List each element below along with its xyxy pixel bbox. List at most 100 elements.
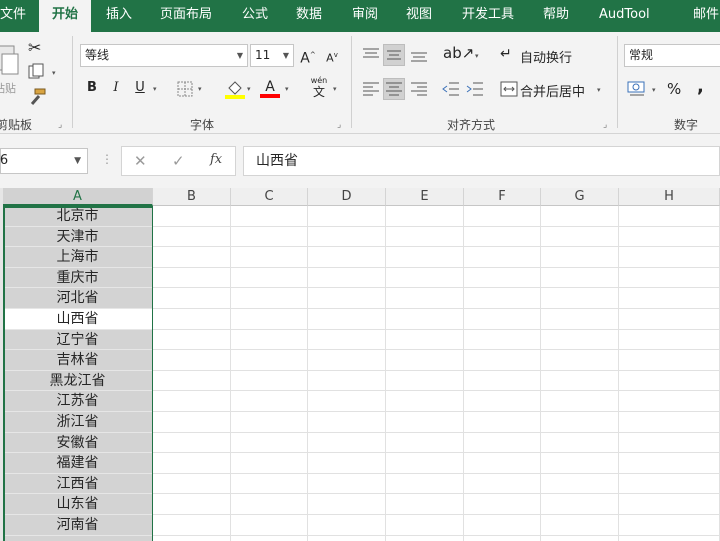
font-name-dropdown[interactable]: 等线 ▼ [80,44,248,67]
cell[interactable] [231,350,308,371]
cell[interactable] [464,494,541,515]
cell[interactable] [308,453,386,474]
cell[interactable] [153,267,231,289]
cell[interactable] [231,267,308,289]
orientation-dropdown-caret[interactable]: ▾ [475,52,479,60]
cell[interactable] [231,515,308,536]
cell[interactable] [231,309,308,330]
cell[interactable] [308,535,386,541]
cell[interactable]: 江苏省 [3,391,152,412]
cell[interactable]: 北京市 [3,206,152,227]
cell[interactable] [308,247,386,268]
cell[interactable] [541,226,619,248]
cell[interactable] [619,473,720,495]
cell[interactable] [308,309,386,330]
cell[interactable] [619,515,720,536]
column-header-a[interactable]: A [3,188,153,206]
cell[interactable] [464,267,541,289]
tab-help[interactable]: 帮助 [543,0,569,32]
cell[interactable] [619,494,720,515]
tab-file[interactable]: 文件 [0,0,30,32]
cell[interactable]: 安徽省 [3,432,152,454]
cell[interactable] [541,391,619,412]
cell[interactable] [386,329,464,351]
cell[interactable] [464,206,541,227]
cell[interactable] [231,288,308,309]
cell[interactable] [308,473,386,495]
cell[interactable] [619,247,720,268]
cell[interactable] [153,226,231,248]
cell[interactable]: 江西省 [3,473,152,495]
cell[interactable] [464,432,541,454]
cell[interactable] [153,515,231,536]
cell[interactable] [231,370,308,392]
cell[interactable] [3,535,152,541]
cell[interactable] [386,535,464,541]
comma-style-button[interactable]: , [697,76,704,97]
cell[interactable] [619,226,720,248]
cell[interactable] [308,370,386,392]
font-dialog-launcher[interactable]: ⌟ [337,120,341,130]
cell[interactable] [308,515,386,536]
cell[interactable]: 黑龙江省 [3,370,152,392]
cell[interactable] [386,432,464,454]
cell[interactable] [386,267,464,289]
cell[interactable] [619,350,720,371]
cell[interactable] [386,391,464,412]
column-header-b[interactable]: B [153,188,231,206]
cell[interactable]: 浙江省 [3,412,152,433]
cell[interactable] [386,370,464,392]
cell[interactable] [464,350,541,371]
font-size-dropdown[interactable]: 11 ▼ [250,44,294,67]
cell[interactable] [153,432,231,454]
cell[interactable] [153,391,231,412]
cell[interactable] [153,247,231,268]
fill-color-icon[interactable] [224,78,246,100]
insert-function-icon[interactable]: fx [210,152,222,167]
cell[interactable] [386,453,464,474]
cell[interactable] [231,391,308,412]
cell[interactable] [464,473,541,495]
cell[interactable]: 辽宁省 [3,329,152,351]
cell[interactable] [231,494,308,515]
enter-icon[interactable]: ✓ [172,152,185,170]
cell[interactable] [541,329,619,351]
column-header-g[interactable]: G [541,188,619,206]
cell[interactable] [308,432,386,454]
cell[interactable]: 福建省 [3,453,152,474]
cell[interactable] [231,453,308,474]
cell[interactable] [153,412,231,433]
cell[interactable] [231,329,308,351]
column-header-e[interactable]: E [386,188,464,206]
increase-font-size-button[interactable]: A^ [297,44,319,67]
cancel-icon[interactable]: ✕ [134,152,147,170]
column-header-f[interactable]: F [464,188,541,206]
cell[interactable] [153,473,231,495]
cell[interactable] [541,370,619,392]
cell[interactable] [464,288,541,309]
align-bottom-icon[interactable] [409,46,429,64]
tab-insert[interactable]: 插入 [106,0,132,32]
cell[interactable] [153,206,231,227]
accounting-format-icon[interactable] [626,79,648,99]
cell[interactable] [541,267,619,289]
merge-center-dropdown-caret[interactable]: ▾ [597,86,601,94]
cell[interactable] [541,473,619,495]
cell[interactable] [541,453,619,474]
cell[interactable] [386,247,464,268]
cell[interactable] [308,206,386,227]
paste-label[interactable]: 粘贴 [0,80,16,96]
cell[interactable] [308,412,386,433]
cell[interactable] [541,494,619,515]
cell[interactable] [231,247,308,268]
cell[interactable] [231,412,308,433]
tab-data[interactable]: 数据 [296,0,322,32]
name-box[interactable]: A6 ▼ [0,148,88,174]
cell[interactable] [619,432,720,454]
cell[interactable] [153,288,231,309]
cell[interactable] [153,309,231,330]
cell[interactable]: 上海市 [3,247,152,268]
cell[interactable] [153,370,231,392]
cell[interactable] [464,391,541,412]
increase-indent-icon[interactable] [465,80,485,98]
